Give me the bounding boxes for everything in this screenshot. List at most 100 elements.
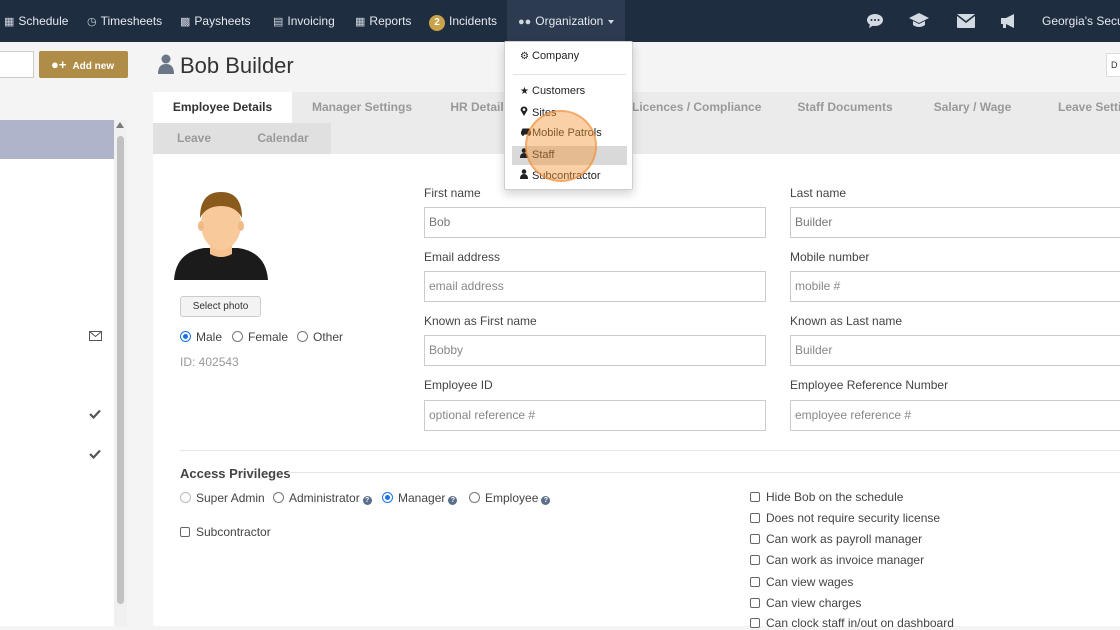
top-navbar: ▦ Schedule ◷ Timesheets ▩ Paysheets ▤ Invoic… (0, 0, 1120, 42)
nav-organization-label: Organization (535, 14, 604, 28)
checkbox-icon (750, 618, 760, 628)
calendar-icon: ▦ (4, 16, 15, 28)
employee-ref-label: Employee Reference Number (790, 378, 949, 392)
staff-list (0, 120, 114, 626)
page-title: Bob Builder (158, 53, 294, 79)
dd-item-company[interactable]: ⚙ Company (520, 50, 579, 62)
user-icon (520, 169, 532, 182)
view-charges-checkbox[interactable]: Can view charges (750, 596, 861, 610)
account-name[interactable]: Georgia's Securi (1042, 0, 1120, 42)
staff-list-selected-row[interactable] (0, 120, 114, 159)
invoice-manager-checkbox[interactable]: Can work as invoice manager (750, 553, 924, 567)
radio-icon (180, 492, 191, 503)
user-icon (158, 53, 174, 79)
gender-male-radio[interactable]: Male (180, 330, 222, 344)
nav-invoicing[interactable]: ▤ Invoicing (273, 0, 335, 42)
clock-staff-checkbox[interactable]: Can clock staff in/out on dashboard (750, 616, 954, 630)
dd-item-customers-label: Customers (532, 85, 586, 97)
tab-leave-settings[interactable]: Leave Settin (1050, 92, 1120, 123)
tab-employee-details[interactable]: Employee Details (153, 92, 292, 123)
nav-paysheets-label: Paysheets (194, 14, 251, 28)
help-icon[interactable]: ? (448, 496, 458, 505)
role-administrator-radio[interactable]: Administrator? (273, 491, 372, 505)
corner-button[interactable]: D (1106, 53, 1120, 77)
role-manager-radio[interactable]: Manager? (382, 491, 458, 505)
employee-ref-field[interactable]: employee reference # (790, 400, 1120, 431)
nav-schedule-label: Schedule (18, 14, 69, 28)
checkbox-icon (750, 577, 760, 587)
scrollbar-thumb[interactable] (117, 136, 124, 604)
nav-incidents-label: Incidents (449, 14, 498, 28)
divider (180, 450, 1120, 451)
chevron-down-icon (608, 19, 615, 24)
staff-search-input[interactable] (0, 51, 34, 78)
email-label: Email address (424, 250, 501, 264)
view-charges-label: Can view charges (766, 596, 862, 610)
checkbox-icon (750, 513, 760, 523)
role-super-admin-radio[interactable]: Super Admin (180, 491, 265, 505)
nav-timesheets[interactable]: ◷ Timesheets (87, 0, 162, 42)
nav-timesheets-label: Timesheets (100, 14, 163, 28)
known-last-field[interactable]: Builder (790, 335, 1120, 366)
help-icon[interactable]: ? (362, 496, 372, 505)
employee-id-label: Employee ID (424, 378, 493, 392)
hide-on-schedule-checkbox[interactable]: Hide Bob on the schedule (750, 490, 903, 504)
role-super-admin-label: Super Admin (196, 491, 265, 505)
mobile-label: Mobile number (790, 250, 870, 264)
known-first-field[interactable]: Bobby (424, 335, 766, 366)
gender-other-radio[interactable]: Other (297, 330, 343, 344)
tab-staff-documents[interactable]: Staff Documents (790, 92, 900, 123)
scroll-up-arrow-icon[interactable] (116, 122, 124, 128)
role-employee-radio[interactable]: Employee? (469, 491, 551, 505)
incidents-count-badge: 2 (429, 15, 445, 31)
role-employee-label: Employee (485, 491, 539, 505)
star-icon: ★ (520, 86, 529, 97)
radio-icon (273, 492, 284, 503)
no-security-license-checkbox[interactable]: Does not require security license (750, 511, 940, 525)
dd-item-company-label: Company (532, 50, 580, 62)
gender-female-radio[interactable]: Female (232, 330, 288, 344)
tab-manager-settings[interactable]: Manager Settings (300, 92, 424, 123)
nav-schedule[interactable]: ▦ Schedule (4, 0, 68, 42)
graduation-cap-icon[interactable] (908, 0, 930, 42)
add-new-label: Add new (72, 61, 115, 72)
email-field[interactable]: email address (424, 271, 766, 302)
checkbox-icon (750, 555, 760, 565)
subcontractor-label: Subcontractor (196, 525, 271, 539)
help-icon[interactable]: ? (541, 496, 551, 505)
megaphone-icon[interactable] (999, 0, 1017, 42)
view-wages-checkbox[interactable]: Can view wages (750, 575, 853, 589)
account-name-label: Georgia's Securi (1042, 14, 1120, 28)
nav-paysheets[interactable]: ▩ Paysheets (180, 0, 250, 42)
first-name-label: First name (424, 186, 481, 200)
employee-id-field[interactable]: optional reference # (424, 400, 766, 431)
employee-name: Bob Builder (180, 53, 294, 78)
add-new-button[interactable]: ●+ Add new (39, 51, 128, 78)
last-name-field[interactable]: Builder (790, 207, 1120, 238)
select-photo-button[interactable]: Select photo (180, 296, 261, 317)
subcontractor-checkbox[interactable]: Subcontractor (180, 525, 271, 539)
nav-incidents[interactable]: 2 Incidents (429, 0, 497, 42)
checkbox-icon (750, 492, 760, 502)
mobile-field[interactable]: mobile # (790, 271, 1120, 302)
first-name-field[interactable]: Bob (424, 207, 766, 238)
payroll-manager-checkbox[interactable]: Can work as payroll manager (750, 532, 922, 546)
tab-hr-details[interactable]: HR Detail (447, 92, 507, 123)
tab-calendar[interactable]: Calendar (248, 123, 318, 154)
radio-icon (382, 492, 393, 503)
nav-organization[interactable]: ●● Organization (507, 0, 626, 42)
tab-salary-wage[interactable]: Salary / Wage (930, 92, 1015, 123)
nav-reports[interactable]: ▦ Reports (355, 0, 411, 42)
checkbox-icon (180, 527, 190, 537)
divider (287, 472, 1120, 473)
dd-item-customers[interactable]: ★ Customers (520, 85, 585, 97)
envelope-icon[interactable] (956, 0, 976, 42)
tab-leave[interactable]: Leave (163, 123, 225, 154)
chat-icon[interactable] (866, 0, 884, 42)
table-icon: ▦ (355, 16, 366, 28)
users-icon: ●● (518, 16, 532, 28)
role-manager-label: Manager (398, 491, 446, 505)
check-icon (89, 408, 101, 422)
add-user-icon: ●+ (51, 57, 67, 72)
tab-licences-compliance[interactable]: Licences / Compliance (632, 92, 761, 123)
